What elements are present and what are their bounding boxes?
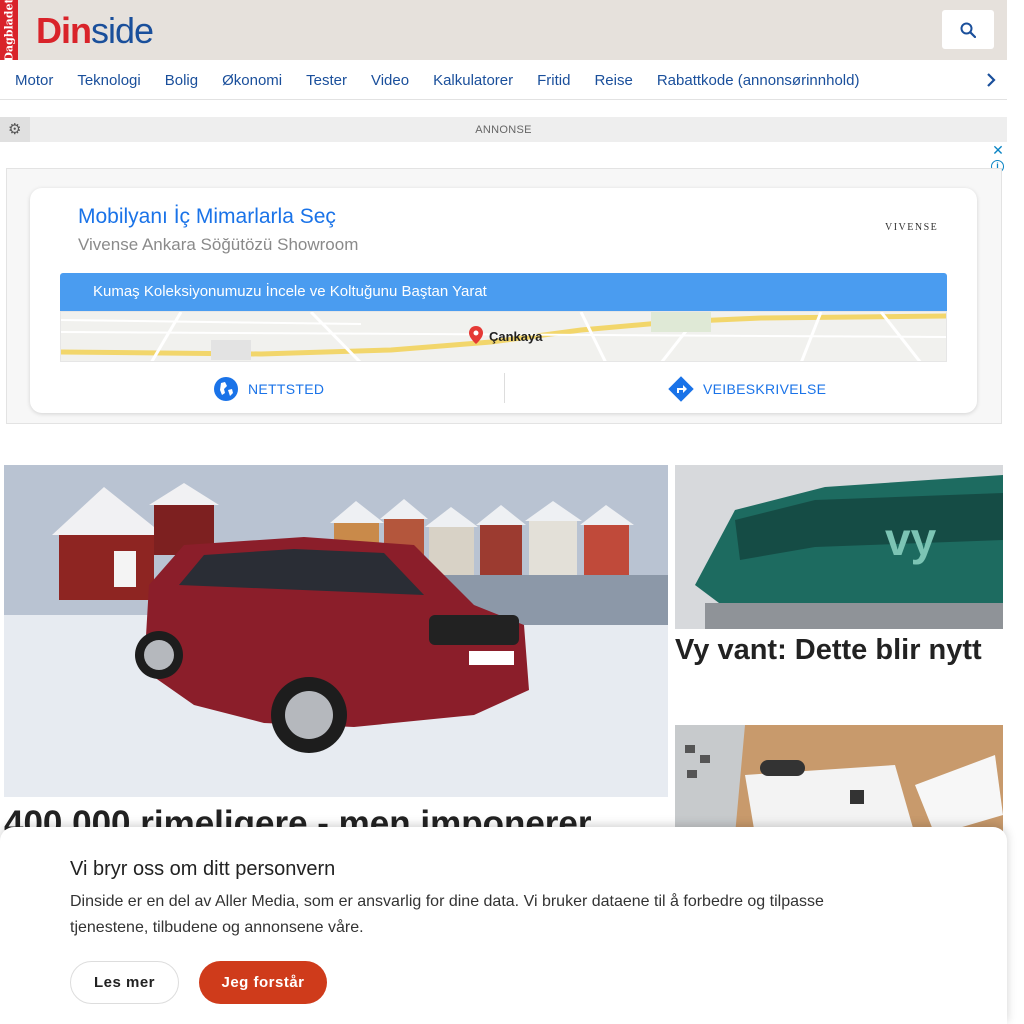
- dagbladet-label: Dagbladet: [2, 0, 16, 60]
- side-article-1-title[interactable]: Vy vant: Dette blir nytt: [675, 634, 1003, 666]
- ad-action-divider: [504, 373, 505, 403]
- nav-item-video[interactable]: Video: [359, 72, 421, 89]
- ad-card[interactable]: Mobilyanı İç Mimarlarla Seç Vivense Anka…: [30, 188, 977, 413]
- globe-icon: [214, 377, 238, 401]
- ad-directions-button[interactable]: VEIBESKRIVELSE: [668, 371, 826, 407]
- logo-part-side: side: [91, 10, 154, 51]
- read-more-button[interactable]: Les mer: [70, 961, 179, 1004]
- ad-website-label: NETTSTED: [248, 381, 325, 397]
- main-nav: Motor Teknologi Bolig Økonomi Tester Vid…: [0, 60, 1007, 100]
- ad-close-icon[interactable]: ✕: [991, 143, 1005, 157]
- ad-subtitle: Vivense Ankara Söğütözü Showroom: [78, 235, 359, 254]
- chevron-right-icon[interactable]: [982, 71, 1000, 89]
- hero-article-image[interactable]: [4, 465, 668, 797]
- train-photo: vy: [675, 465, 1003, 629]
- nav-item-reise[interactable]: Reise: [582, 72, 644, 89]
- ad-actions: NETTSTED VEIBESKRIVELSE: [60, 371, 947, 407]
- ad-label: ANNONSE: [475, 124, 532, 136]
- ad-brand-logo[interactable]: VIVENSE: [885, 222, 938, 233]
- consent-text: Dinside er en del av Aller Media, som er…: [70, 893, 824, 936]
- nav-item-kalkulatorer[interactable]: Kalkulatorer: [421, 72, 525, 89]
- dagbladet-logo-strip[interactable]: Dagbladet: [0, 0, 18, 60]
- ad-directions-label: VEIBESKRIVELSE: [703, 381, 827, 397]
- search-button[interactable]: [942, 10, 994, 49]
- ad-banner[interactable]: Kumaş Koleksiyonumuzu İncele ve Koltuğun…: [60, 273, 947, 311]
- nav-item-teknologi[interactable]: Teknologi: [65, 72, 152, 89]
- ad-title[interactable]: Mobilyanı İç Mimarlarla Seç: [78, 205, 336, 229]
- map-pin-icon: [469, 326, 483, 344]
- ad-map[interactable]: Çankaya: [60, 311, 947, 362]
- directions-icon: [668, 376, 694, 402]
- logo-part-din: Din: [36, 10, 92, 51]
- side-article-2-image[interactable]: [675, 725, 1003, 835]
- accept-button[interactable]: Jeg forstår: [199, 961, 327, 1004]
- dinside-logo[interactable]: Dinside: [36, 9, 154, 53]
- nav-items: Motor Teknologi Bolig Økonomi Tester Vid…: [0, 60, 871, 100]
- svg-text:vy: vy: [885, 513, 937, 565]
- privacy-consent-dialog: Vi bryr oss om ditt personvern Dinside e…: [0, 827, 1007, 1024]
- nav-item-tester[interactable]: Tester: [294, 72, 359, 89]
- page: Dagbladet Dinside Motor Teknologi Bolig …: [0, 0, 1024, 1024]
- desk-photo: [675, 725, 1003, 835]
- ad-website-button[interactable]: NETTSTED: [213, 371, 324, 407]
- nav-item-okonomi[interactable]: Økonomi: [210, 72, 294, 89]
- site-header: Dagbladet Dinside: [0, 0, 1007, 60]
- consent-title: Vi bryr oss om ditt personvern: [70, 858, 336, 880]
- nav-item-rabattkode[interactable]: Rabattkode (annonsørinnhold): [645, 72, 872, 89]
- nav-item-bolig[interactable]: Bolig: [153, 72, 210, 89]
- side-article-1-image[interactable]: vy: [675, 465, 1003, 629]
- search-icon: [960, 22, 976, 38]
- map-location-label: Çankaya: [489, 329, 543, 344]
- hero-photo: [4, 465, 668, 797]
- nav-item-motor[interactable]: Motor: [0, 72, 65, 89]
- ad-label-bar: ⚙ ANNONSE: [0, 117, 1007, 142]
- nav-item-fritid[interactable]: Fritid: [525, 72, 582, 89]
